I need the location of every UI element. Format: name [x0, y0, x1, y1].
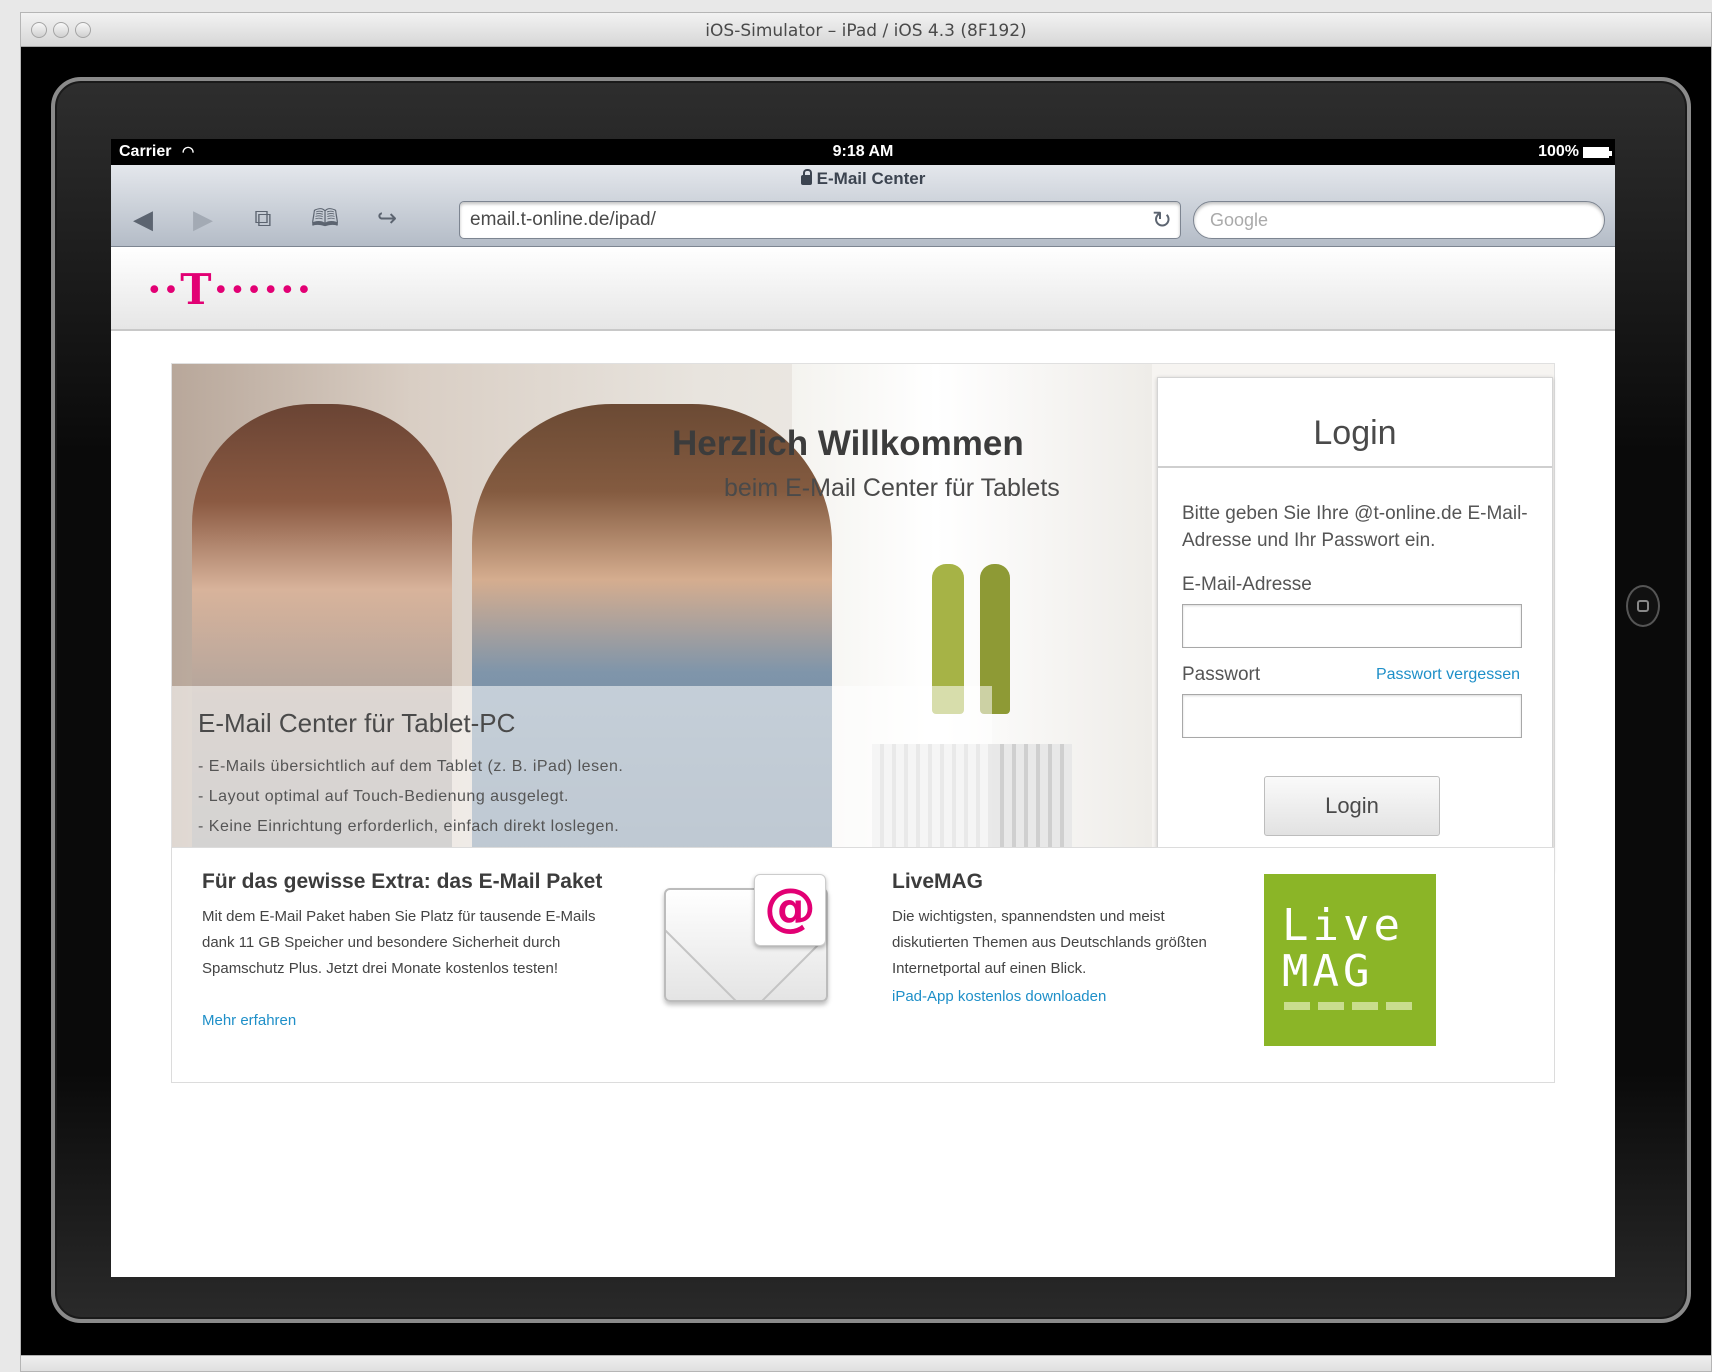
site-header: ··T······ [111, 247, 1615, 331]
login-description: Bitte geben Sie Ihre @t-online.de E-Mail… [1182, 503, 1528, 551]
safari-toolbar: E-Mail Center ◀ ▶ ⧉ 🕮 ↪ ↻ [111, 165, 1615, 247]
page-title-text: E-Mail Center [816, 169, 926, 188]
paket-text: Mit dem E-Mail Paket haben Sie Platz für… [202, 908, 596, 977]
share-icon[interactable]: ↪ [369, 203, 405, 235]
forward-icon[interactable]: ▶ [185, 203, 221, 235]
search-input[interactable] [1210, 209, 1590, 231]
window-title: iOS-Simulator – iPad / iOS 4.3 (8F192) [705, 21, 1027, 41]
livemag-text: Die wichtigsten, spannendsten und meist … [892, 908, 1207, 977]
telekom-logo[interactable]: ··T······ [147, 265, 313, 314]
livemag-title: LiveMAG [892, 870, 984, 893]
feature-bullet: - E-Mails übersichtlich auf dem Tablet (… [198, 758, 624, 775]
battery-percent: 100% [1538, 143, 1579, 160]
bookmarks-icon[interactable]: 🕮 [307, 203, 343, 235]
password-label: Passwort [1182, 664, 1261, 685]
url-field[interactable]: ↻ [459, 201, 1181, 239]
forgot-password-link[interactable]: Passwort vergessen [1376, 666, 1520, 684]
login-panel: Login Bitte geben Sie Ihre @t-online.de … [1157, 377, 1553, 871]
login-button[interactable]: Login [1264, 776, 1440, 836]
search-field[interactable] [1193, 201, 1605, 239]
simulator-window: iOS-Simulator – iPad / iOS 4.3 (8F192) C… [20, 12, 1712, 1372]
password-field[interactable] [1182, 694, 1522, 738]
paket-more-link[interactable]: Mehr erfahren [202, 1012, 296, 1029]
livemag-logo-line: MAG [1282, 946, 1374, 997]
home-button[interactable] [1626, 585, 1660, 627]
home-square-icon [1637, 600, 1649, 612]
email-label: E-Mail-Adresse [1182, 574, 1312, 595]
livemag-logo-dashes [1284, 1002, 1414, 1010]
ipad-screen: Carrier ◠ 9:18 AM 100% E-Mail Center ◀ ▶… [111, 139, 1615, 1277]
paket-title: Für das gewisse Extra: das E-Mail Paket [202, 870, 603, 893]
email-field[interactable] [1182, 604, 1522, 648]
status-time: 9:18 AM [832, 143, 894, 160]
livemag-logo[interactable]: Live MAG [1264, 874, 1436, 1046]
page-title: E-Mail Center [111, 169, 1615, 189]
livemag-logo-line: Live [1282, 900, 1404, 951]
reload-icon[interactable]: ↻ [1152, 206, 1172, 235]
tabs-icon[interactable]: ⧉ [245, 203, 281, 235]
back-icon[interactable]: ◀ [125, 203, 161, 235]
status-battery: 100% [1538, 143, 1612, 161]
login-title: Login [1313, 414, 1397, 452]
url-input[interactable] [470, 208, 1130, 232]
hero-subline: beim E-Mail Center für Tablets [724, 474, 1060, 502]
login-divider [1158, 466, 1552, 468]
hero-feature-box: E-Mail Center für Tablet-PC - E-Mails üb… [172, 686, 992, 862]
hero-headline: Herzlich Willkommen [672, 424, 1024, 463]
feature-bullet: - Layout optimal auf Touch-Bedienung aus… [198, 788, 569, 805]
at-sign-icon: @ [754, 874, 826, 946]
window-bottom-bar [21, 1355, 1711, 1371]
livemag-download-link[interactable]: iPad-App kostenlos downloaden [892, 988, 1106, 1005]
promo-card: Für das gewisse Extra: das E-Mail Paket … [171, 847, 1555, 1083]
lock-icon [800, 169, 812, 185]
window-titlebar[interactable]: iOS-Simulator – iPad / iOS 4.3 (8F192) [21, 13, 1711, 47]
feature-title: E-Mail Center für Tablet-PC [198, 708, 516, 738]
feature-bullet: - Keine Einrichtung erforderlich, einfac… [198, 818, 620, 835]
status-bar: Carrier ◠ 9:18 AM 100% [111, 139, 1615, 165]
battery-icon [1583, 146, 1612, 158]
envelope-icon: @ [664, 874, 828, 1006]
